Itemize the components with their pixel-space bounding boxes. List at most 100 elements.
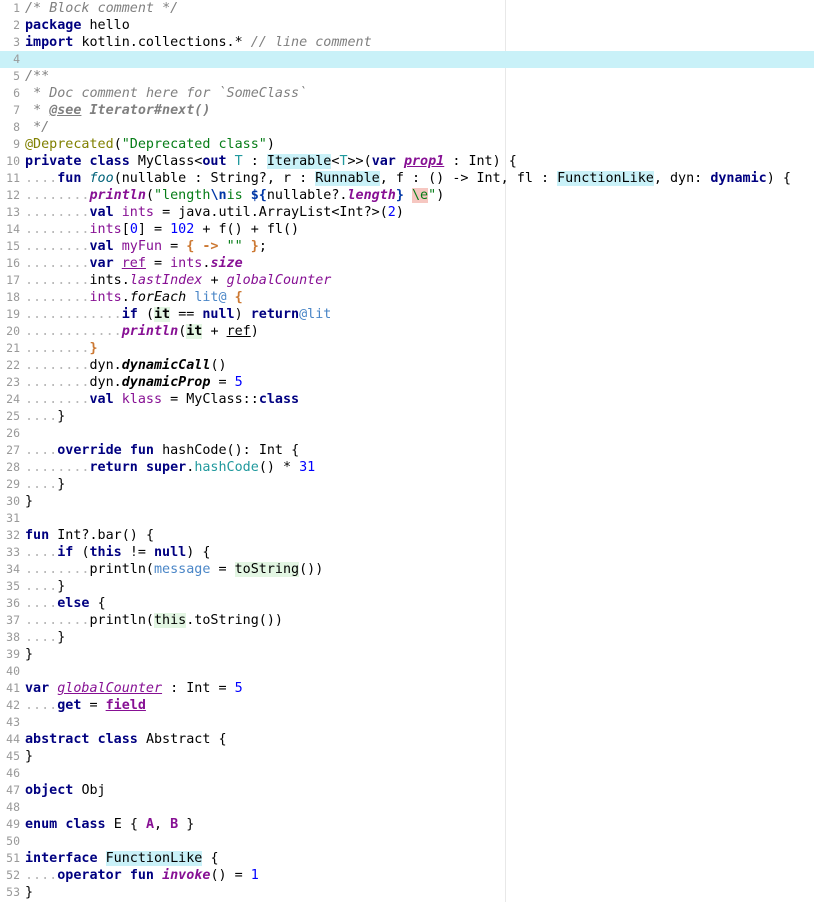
code-line[interactable]: 28 ........return super.hashCode() * 31 [0,459,814,476]
code-line[interactable]: 30} [0,493,814,510]
code-editor[interactable]: 1 /* Block comment */ 2 package hello 3 impor… [0,0,814,902]
code-text[interactable]: interface FunctionLike { [25,850,219,867]
code-text[interactable]: var globalCounter : Int = 5 [25,680,243,697]
code-text[interactable]: ........dyn.dynamicProp = 5 [25,374,243,391]
code-text[interactable]: ........ints.lastIndex + globalCounter [25,272,331,289]
code-line[interactable]: 46 [0,765,814,782]
line-number: 21 [6,341,20,355]
code-text[interactable]: */ [25,119,49,136]
code-line[interactable]: 7 * @see Iterator#next() [0,102,814,119]
code-line[interactable]: 49 enum class E { A, B } [0,816,814,833]
code-line[interactable]: 23 ........dyn.dynamicProp = 5 [0,374,814,391]
code-text[interactable]: ........println(message = toString()) [25,561,323,578]
code-line[interactable]: 51 interface FunctionLike { [0,850,814,867]
code-line[interactable]: 8 */ [0,119,814,136]
code-text[interactable]: ....if (this != null) { [25,544,210,561]
code-text[interactable]: ........ints.forEach lit@ { [25,289,243,306]
code-line[interactable]: 19 ............if (it == null) return@lit [0,306,814,323]
code-text[interactable]: } [25,884,33,901]
code-line[interactable]: 5 /** [0,68,814,85]
code-line[interactable]: 1 /* Block comment */ [0,0,814,17]
code-line[interactable]: 34 ........println(message = toString()) [0,561,814,578]
code-line[interactable]: 41 var globalCounter : Int = 5 [0,680,814,697]
code-text[interactable]: ........val ints = java.util.ArrayList<I… [25,204,404,221]
code-line[interactable]: 35....} [0,578,814,595]
code-text[interactable]: ....operator fun invoke() = 1 [25,867,259,884]
code-text[interactable]: ....} [25,578,65,595]
code-text[interactable]: ....} [25,408,65,425]
code-line[interactable]: 12 ........println("length\nis ${nullable… [0,187,814,204]
code-line[interactable]: 48 [0,799,814,816]
code-line[interactable]: 13 ........val ints = java.util.ArrayList… [0,204,814,221]
code-text[interactable]: } [25,646,33,663]
code-text[interactable]: ....else { [25,595,106,612]
code-text[interactable]: package hello [25,17,130,34]
code-line[interactable]: 37 ........println(this.toString()) [0,612,814,629]
code-line[interactable]: 43 [0,714,814,731]
code-text[interactable]: ........val myFun = { -> "" }; [25,238,267,255]
code-text[interactable]: /* Block comment */ [25,0,178,17]
code-line[interactable]: 36 ....else { [0,595,814,612]
code-text[interactable]: abstract class Abstract { [25,731,227,748]
code-line[interactable]: 52 ....operator fun invoke() = 1 [0,867,814,884]
code-text[interactable]: ........ints[0] = 102 + f() + fl() [25,221,299,238]
code-line[interactable]: 44 abstract class Abstract { [0,731,814,748]
code-line[interactable]: 53} [0,884,814,901]
code-line[interactable]: 15 ........val myFun = { -> "" }; [0,238,814,255]
code-line[interactable]: 42 ....get = field [0,697,814,714]
code-text[interactable]: * Doc comment here for `SomeClass` [25,85,307,102]
code-line[interactable]: 38....} [0,629,814,646]
code-text[interactable]: } [25,748,33,765]
code-text[interactable]: ....override fun hashCode(): Int { [25,442,299,459]
code-line[interactable]: 11 ....fun foo(nullable : String?, r : Ru… [0,170,814,187]
code-line[interactable]: 45} [0,748,814,765]
code-line[interactable]: 22 ........dyn.dynamicCall() [0,357,814,374]
code-text[interactable]: ........val klass = MyClass::class [25,391,299,408]
code-line[interactable]: 6 * Doc comment here for `SomeClass` [0,85,814,102]
code-text[interactable]: ........return super.hashCode() * 31 [25,459,315,476]
code-line[interactable]: 3 import kotlin.collections.* // line com… [0,34,814,51]
code-line[interactable]: 31 [0,510,814,527]
code-line[interactable]: 24 ........val klass = MyClass::class [0,391,814,408]
code-line[interactable]: 40 [0,663,814,680]
code-line[interactable]: 18 ........ints.forEach lit@ { [0,289,814,306]
code-text[interactable]: ............if (it == null) return@lit [25,306,331,323]
code-line[interactable]: 27 ....override fun hashCode(): Int { [0,442,814,459]
code-text[interactable]: ............println(it + ref) [25,323,259,340]
code-line[interactable]: 50 [0,833,814,850]
code-text[interactable]: ........println(this.toString()) [25,612,283,629]
code-text[interactable]: import kotlin.collections.* // line comm… [25,34,372,51]
code-line[interactable]: 17 ........ints.lastIndex + globalCounter [0,272,814,289]
code-line[interactable]: 20 ............println(it + ref) [0,323,814,340]
code-line[interactable]: 9 @Deprecated("Deprecated class") [0,136,814,153]
code-line[interactable]: 29....} [0,476,814,493]
code-line[interactable]: 32 fun Int?.bar() { [0,527,814,544]
code-line[interactable]: 25....} [0,408,814,425]
code-text[interactable]: ....} [25,476,65,493]
code-text[interactable]: ....get = field [25,697,146,714]
code-line[interactable]: 2 package hello [0,17,814,34]
code-line[interactable]: 14 ........ints[0] = 102 + f() + fl() [0,221,814,238]
code-text[interactable]: ........dyn.dynamicCall() [25,357,227,374]
code-line[interactable]: 4 [0,51,814,68]
code-line[interactable]: 26 [0,425,814,442]
code-line[interactable]: 10 private class MyClass<out T : Iterable… [0,153,814,170]
code-text[interactable]: } [25,493,33,510]
code-text[interactable]: ........println("length\nis ${nullable?.… [25,187,444,204]
code-text[interactable]: ....fun foo(nullable : String?, r : Runn… [25,170,791,187]
code-line[interactable]: 21........} [0,340,814,357]
code-line[interactable]: 47 object Obj [0,782,814,799]
code-text[interactable]: private class MyClass<out T : Iterable<T… [25,153,517,170]
code-text[interactable]: * @see Iterator#next() [25,102,210,119]
code-line[interactable]: 39} [0,646,814,663]
code-line[interactable]: 16 ........var ref = ints.size [0,255,814,272]
code-text[interactable]: /** [25,68,49,85]
code-text[interactable]: object Obj [25,782,106,799]
code-text[interactable]: ........} [25,340,98,357]
code-text[interactable]: fun Int?.bar() { [25,527,154,544]
code-line[interactable]: 33 ....if (this != null) { [0,544,814,561]
code-text[interactable]: enum class E { A, B } [25,816,194,833]
code-text[interactable]: @Deprecated("Deprecated class") [25,136,275,153]
code-text[interactable]: ....} [25,629,65,646]
code-text[interactable]: ........var ref = ints.size [25,255,243,272]
